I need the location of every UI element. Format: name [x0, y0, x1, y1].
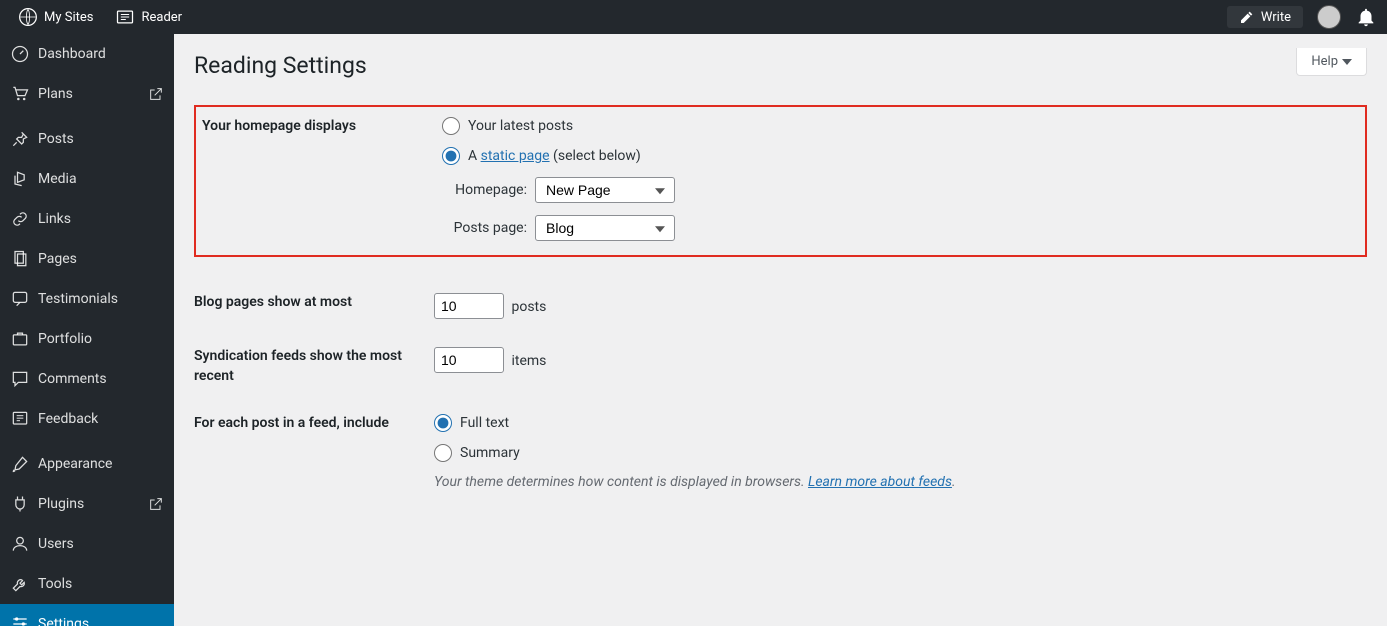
sidebar-item-pages[interactable]: Pages [0, 239, 174, 279]
posts-page-select-label: Posts page: [442, 220, 527, 236]
sidebar-item-label: Portfolio [38, 331, 92, 347]
radio-latest-posts[interactable]: Your latest posts [442, 117, 1365, 135]
external-icon [148, 86, 164, 102]
write-button[interactable]: Write [1227, 6, 1303, 28]
sidebar-item-label: Posts [38, 131, 74, 147]
reader-label: Reader [141, 10, 182, 25]
reader-link[interactable]: Reader [107, 7, 190, 27]
sidebar-item-plans[interactable]: Plans [0, 74, 174, 114]
sidebar-item-posts[interactable]: Posts [0, 119, 174, 159]
sidebar-item-feedback[interactable]: Feedback [0, 399, 174, 439]
sidebar: Dashboard Plans Posts Media Links Pages … [0, 34, 174, 626]
testimonial-icon [10, 289, 30, 309]
syndication-legend: Syndication feeds show the most recent [194, 347, 434, 386]
blog-pages-input[interactable] [434, 293, 504, 319]
sidebar-item-users[interactable]: Users [0, 524, 174, 564]
sidebar-item-label: Settings [38, 616, 89, 626]
help-tab[interactable]: Help [1296, 48, 1367, 76]
feed-legend: For each post in a feed, include [194, 414, 434, 434]
write-label: Write [1261, 10, 1291, 25]
sidebar-item-media[interactable]: Media [0, 159, 174, 199]
sidebar-item-label: Pages [38, 251, 77, 267]
learn-more-link[interactable]: Learn more about feeds [808, 474, 952, 490]
dashboard-icon [10, 44, 30, 64]
content-area: Help Reading Settings Your homepage disp… [174, 34, 1387, 626]
comment-icon [10, 369, 30, 389]
reader-icon [115, 7, 135, 27]
sidebar-item-comments[interactable]: Comments [0, 359, 174, 399]
radio-latest-posts-label: Your latest posts [468, 118, 573, 134]
page-title: Reading Settings [194, 52, 1367, 79]
link-icon [10, 209, 30, 229]
my-sites-label: My Sites [44, 10, 93, 25]
admin-topbar: My Sites Reader Write [0, 0, 1387, 34]
pencil-icon [1239, 9, 1255, 25]
homepage-displays-section: Your homepage displays Your latest posts… [194, 105, 1367, 257]
feedback-icon [10, 409, 30, 429]
homepage-select[interactable]: New Page [535, 177, 675, 203]
help-label: Help [1311, 54, 1338, 69]
blog-pages-legend: Blog pages show at most [194, 293, 434, 313]
sidebar-item-dashboard[interactable]: Dashboard [0, 34, 174, 74]
feed-description: Your theme determines how content is dis… [434, 474, 1367, 490]
radio-static-page[interactable]: A static page (select below) [442, 147, 1365, 165]
radio-summary[interactable]: Summary [434, 444, 1367, 462]
syndication-input[interactable] [434, 347, 504, 373]
avatar[interactable] [1317, 5, 1341, 29]
wrench-icon [10, 574, 30, 594]
radio-latest-posts-input[interactable] [442, 117, 460, 135]
blog-pages-unit: posts [511, 299, 546, 315]
bell-icon[interactable] [1355, 6, 1377, 28]
cart-icon [10, 84, 30, 104]
my-sites-link[interactable]: My Sites [10, 7, 101, 27]
sidebar-item-label: Tools [38, 576, 72, 592]
radio-static-page-input[interactable] [442, 147, 460, 165]
sidebar-item-settings[interactable]: Settings [0, 604, 174, 626]
sidebar-item-label: Users [38, 536, 74, 552]
sidebar-item-label: Media [38, 171, 77, 187]
radio-full-text-input[interactable] [434, 414, 452, 432]
sidebar-item-label: Testimonials [38, 291, 118, 307]
homepage-select-label: Homepage: [442, 182, 527, 198]
plugin-icon [10, 494, 30, 514]
sliders-icon [10, 614, 30, 626]
sidebar-item-label: Appearance [38, 456, 112, 472]
homepage-legend: Your homepage displays [202, 117, 442, 137]
sidebar-item-portfolio[interactable]: Portfolio [0, 319, 174, 359]
radio-static-page-label: A static page (select below) [468, 148, 641, 164]
users-icon [10, 534, 30, 554]
sidebar-item-label: Feedback [38, 411, 98, 427]
pin-icon [10, 129, 30, 149]
sidebar-item-testimonials[interactable]: Testimonials [0, 279, 174, 319]
sidebar-item-label: Plans [38, 86, 73, 102]
radio-summary-label: Summary [460, 445, 520, 461]
chevron-down-icon [1342, 59, 1352, 65]
sidebar-item-plugins[interactable]: Plugins [0, 484, 174, 524]
portfolio-icon [10, 329, 30, 349]
sidebar-item-label: Links [38, 211, 71, 227]
posts-page-select[interactable]: Blog [535, 215, 675, 241]
wordpress-icon [18, 7, 38, 27]
sidebar-item-links[interactable]: Links [0, 199, 174, 239]
radio-full-text-label: Full text [460, 415, 509, 431]
sidebar-item-label: Comments [38, 371, 107, 387]
external-icon [148, 496, 164, 512]
sidebar-item-label: Dashboard [38, 46, 106, 62]
pages-icon [10, 249, 30, 269]
static-page-link[interactable]: static page [481, 148, 550, 164]
syndication-unit: items [511, 353, 546, 369]
media-icon [10, 169, 30, 189]
radio-full-text[interactable]: Full text [434, 414, 1367, 432]
brush-icon [10, 454, 30, 474]
sidebar-item-appearance[interactable]: Appearance [0, 444, 174, 484]
radio-summary-input[interactable] [434, 444, 452, 462]
sidebar-item-tools[interactable]: Tools [0, 564, 174, 604]
sidebar-item-label: Plugins [38, 496, 84, 512]
